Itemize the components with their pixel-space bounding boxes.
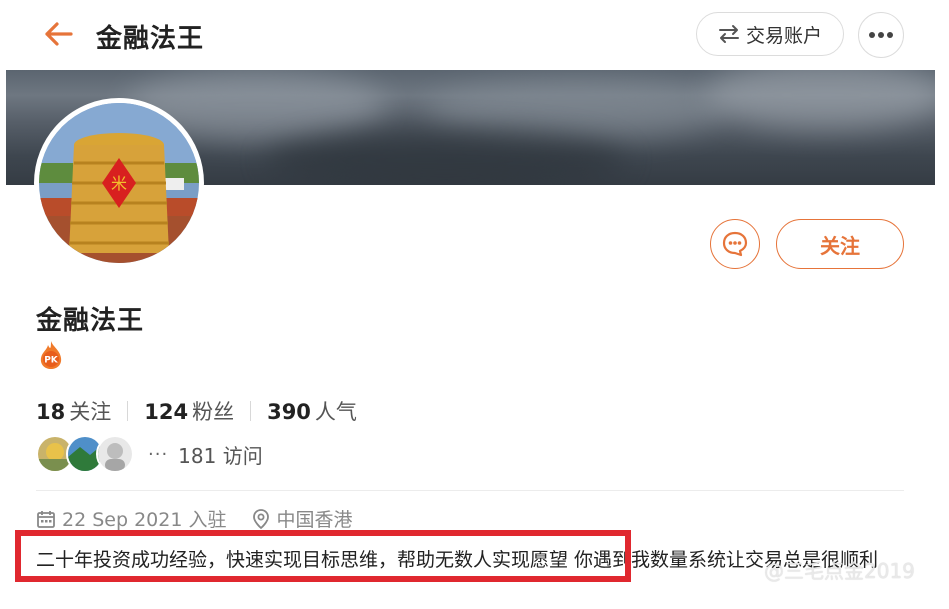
bio-highlight-box bbox=[15, 530, 631, 582]
joined-date-text: 22 Sep 2021 入驻 bbox=[62, 509, 227, 531]
profile-stats: 18 关注 124 粉丝 390 人气 bbox=[36, 396, 357, 426]
stat-label: 粉丝 bbox=[192, 400, 235, 424]
trading-account-label: 交易账户 bbox=[745, 24, 822, 47]
more-dots-icon bbox=[869, 32, 893, 38]
page-title: 金融法王 bbox=[96, 24, 205, 54]
stat-popularity: 390 人气 bbox=[267, 396, 357, 426]
message-button[interactable] bbox=[710, 219, 760, 269]
stat-label: 关注 bbox=[69, 400, 112, 424]
stat-value: 390 bbox=[267, 400, 311, 424]
visitor-avatar bbox=[96, 435, 134, 473]
svg-text:米: 米 bbox=[111, 174, 127, 193]
profile-name: 金融法王 bbox=[36, 306, 145, 336]
calendar-icon bbox=[37, 510, 55, 528]
location-pin-icon bbox=[253, 508, 270, 529]
stat-value: 124 bbox=[144, 400, 189, 424]
joined-date: 22 Sep 2021 入驻 bbox=[36, 505, 226, 532]
arrow-left-icon bbox=[45, 22, 73, 46]
profile-meta: 22 Sep 2021 入驻 中国香港 bbox=[36, 505, 352, 532]
stat-followers[interactable]: 124 粉丝 bbox=[144, 396, 234, 426]
follow-button[interactable]: 关注 bbox=[776, 219, 904, 269]
stat-following[interactable]: 18 关注 bbox=[36, 396, 111, 426]
stat-label: 人气 bbox=[314, 400, 357, 424]
stat-value: 18 bbox=[36, 400, 66, 424]
watermark: @三毛点金2019 bbox=[764, 555, 915, 584]
visitors-row[interactable]: ··· 181 访问 bbox=[36, 434, 263, 474]
location-text: 中国香港 bbox=[276, 509, 353, 531]
pk-flame-badge-icon: PK bbox=[38, 340, 64, 370]
top-header: 金融法王 交易账户 bbox=[0, 0, 949, 70]
pk-badge-text: PK bbox=[44, 356, 59, 366]
location: 中国香港 bbox=[252, 505, 352, 532]
stat-divider bbox=[250, 401, 252, 421]
back-button[interactable] bbox=[40, 18, 76, 50]
visitors-more-dots: ··· bbox=[148, 443, 169, 465]
stat-divider bbox=[127, 401, 129, 421]
section-divider bbox=[36, 490, 904, 491]
more-button[interactable] bbox=[858, 12, 904, 58]
visitors-count: 181 访问 bbox=[178, 443, 263, 468]
chat-bubble-icon bbox=[722, 231, 748, 257]
avatar-image: 米 bbox=[39, 103, 199, 263]
watermark-text: @三毛点金2019 bbox=[764, 559, 915, 583]
swap-arrows-icon bbox=[718, 25, 739, 43]
profile-avatar[interactable]: 米 bbox=[34, 98, 204, 268]
trading-account-button[interactable]: 交易账户 bbox=[696, 12, 844, 56]
